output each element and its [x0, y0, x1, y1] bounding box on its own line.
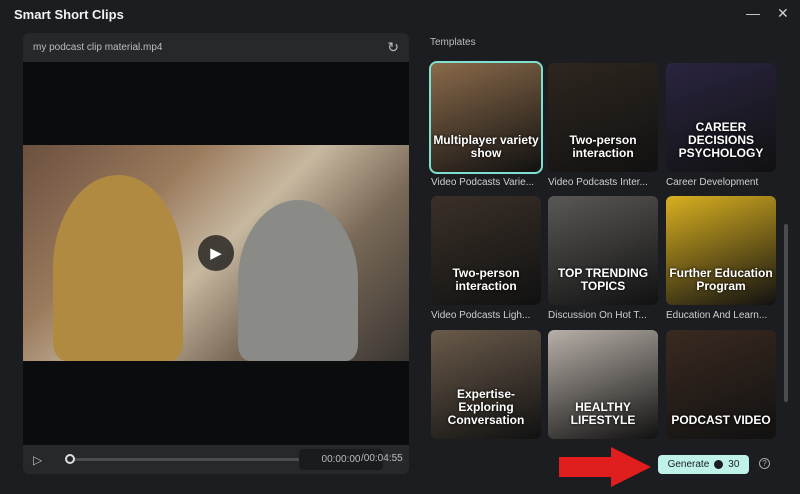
template-card[interactable]: Expertise-Exploring Conversation [431, 330, 541, 439]
preview-header: my podcast clip material.mp4 ↻ [23, 33, 409, 62]
templates-label: Templates [430, 37, 476, 48]
template-card[interactable]: TOP TRENDING TOPICS [548, 196, 658, 305]
template-overlay-text: PODCAST VIDEO [671, 413, 771, 427]
template-overlay-text: TOP TRENDING TOPICS [557, 266, 649, 293]
template-caption: Career Development [666, 177, 759, 188]
template-overlay-text: Further Education Program [669, 266, 773, 293]
play-overlay-button[interactable]: ▶ [198, 235, 234, 271]
template-card[interactable]: Multiplayer variety show [429, 61, 543, 174]
play-icon[interactable]: ▷ [33, 453, 42, 467]
template-card[interactable]: Further Education Program [666, 196, 776, 305]
template-overlay-text: Expertise-Exploring Conversation [447, 387, 525, 427]
minimize-button[interactable]: — [746, 5, 760, 21]
template-caption: Discussion On Hot T... [548, 310, 647, 321]
seek-bar[interactable] [69, 458, 307, 461]
window-title: Smart Short Clips [14, 7, 124, 22]
template-overlay-text: CAREER DECISIONS PSYCHOLOGY [678, 120, 764, 160]
credit-icon [714, 460, 724, 469]
template-card[interactable]: Two-person interaction [548, 63, 658, 172]
template-card[interactable]: Two-person interaction [431, 196, 541, 305]
template-card[interactable]: HEALTHY LIFESTYLE [548, 330, 658, 439]
template-card[interactable]: PODCAST VIDEO [666, 330, 776, 439]
template-caption: Video Podcasts Inter... [548, 177, 648, 188]
seek-handle[interactable] [65, 454, 75, 464]
template-caption: Video Podcasts Ligh... [431, 310, 531, 321]
video-preview-panel: my podcast clip material.mp4 ↻ ▶ ▷ 00:00… [23, 33, 409, 474]
template-caption: Video Podcasts Varie... [431, 177, 535, 188]
filename: my podcast clip material.mp4 [33, 42, 163, 53]
template-caption: Education And Learn... [666, 310, 768, 321]
template-overlay-text: Multiplayer variety show [433, 133, 539, 160]
template-overlay-text: HEALTHY LIFESTYLE [570, 400, 636, 427]
generate-button[interactable]: Generate 30 [658, 455, 749, 474]
total-time: /00:04:55 [361, 453, 403, 464]
template-card[interactable]: CAREER DECISIONS PSYCHOLOGY [666, 63, 776, 172]
red-arrow-annotation [559, 447, 651, 487]
refresh-icon[interactable]: ↻ [387, 39, 399, 56]
video-frame[interactable]: ▶ [23, 145, 409, 361]
help-icon[interactable]: ? [759, 458, 770, 469]
scrollbar[interactable] [784, 224, 788, 402]
playback-controls: ▷ 00:00:00 /00:04:55 [23, 445, 409, 474]
template-overlay-text: Two-person interaction [569, 133, 637, 160]
generate-label: Generate [667, 459, 710, 470]
template-overlay-text: Two-person interaction [452, 266, 520, 293]
generate-cost: 30 [728, 459, 740, 470]
close-button[interactable]: ✕ [777, 5, 789, 22]
